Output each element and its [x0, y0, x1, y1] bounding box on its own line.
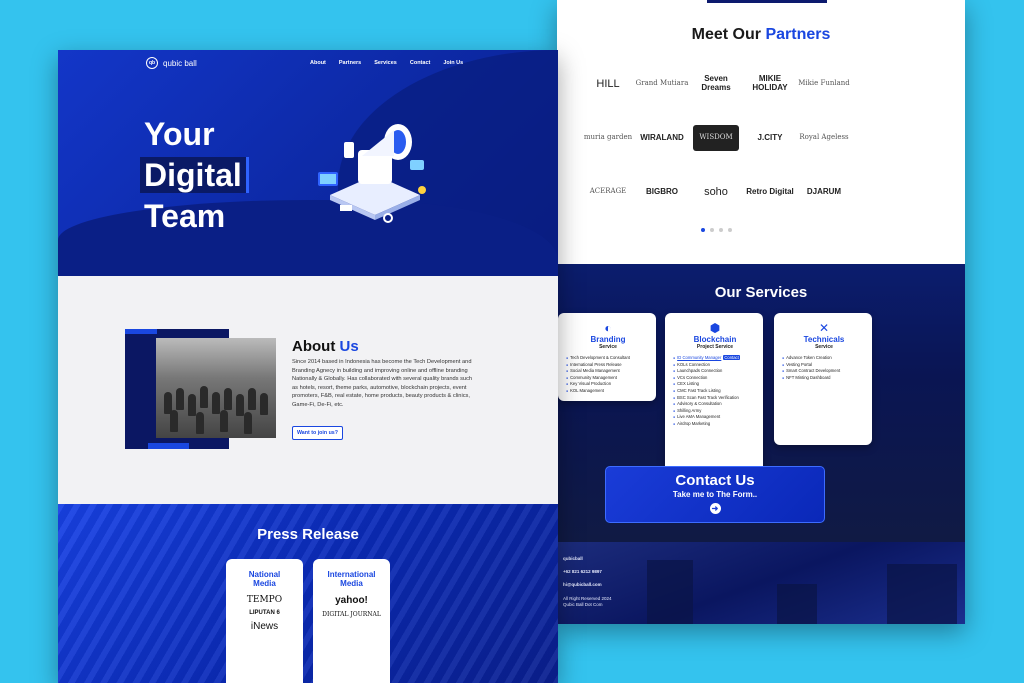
footer-copyright-site: Qubic Ball Dot Com	[563, 602, 603, 607]
carousel-dot[interactable]	[719, 228, 723, 232]
footer-name: qubicball	[563, 556, 583, 561]
press-title: Press Release	[257, 526, 359, 543]
partner-logo: Royal Ageless	[799, 133, 849, 142]
partner-logo: J.CITY	[757, 132, 783, 142]
services-title: Our Services	[714, 284, 808, 301]
partner-logo: ACERAGE	[589, 187, 627, 196]
nav-contact[interactable]: Contact	[410, 60, 430, 66]
footer-email[interactable]: hi@qubicball.com	[563, 582, 602, 587]
partner-logo-grid: HILL Grand Mutiara Seven Dreams MIKIE HO…	[581, 68, 851, 208]
carousel-dots[interactable]	[701, 228, 732, 232]
branding-service-card[interactable]: ◐ Branding Service Tech Development & Co…	[558, 313, 656, 401]
nav-about[interactable]: About	[310, 60, 326, 66]
team-photo	[156, 338, 276, 438]
national-media-card[interactable]: National Media TEMPO LIPUTAN 6 iNews	[226, 559, 303, 683]
megaphone-illustration-icon	[318, 124, 426, 223]
partner-logo: Seven Dreams	[701, 74, 731, 92]
service-list: ID Community ManagerContact KOLs Connect…	[673, 355, 757, 428]
technicals-service-card[interactable]: ✕ Technicals Service Advance Token Creat…	[774, 313, 872, 445]
nav-join-us[interactable]: Join Us	[443, 60, 463, 66]
nav-partners[interactable]: Partners	[339, 60, 361, 66]
partner-logo: WIRALAND	[640, 132, 684, 142]
brand-mark-icon: qb	[146, 57, 158, 69]
carousel-dot[interactable]	[710, 228, 714, 232]
about-description: Since 2014 based in Indonesia has become…	[292, 359, 473, 408]
carousel-dot[interactable]	[701, 228, 705, 232]
partner-logo: Grand Mutiara	[635, 79, 689, 88]
arrow-right-icon[interactable]: ➜	[709, 503, 721, 514]
partner-logo: HILL	[596, 77, 620, 90]
footer: qubicball +62 821 6212 9897 hi@qubicball…	[557, 542, 965, 624]
top-nav: About Partners Services Contact Join Us	[310, 60, 463, 66]
media-logo: DIGITAL JOURNAL	[322, 611, 381, 618]
hero-title: Your Digital Team	[140, 114, 249, 237]
footer-copyright: All Right Reserved 2024	[563, 596, 612, 601]
service-list: Tech Development & Consultant Internatio…	[566, 355, 650, 395]
top-bar	[707, 0, 827, 3]
international-media-card[interactable]: International Media yahoo! DIGITAL JOURN…	[313, 559, 390, 683]
partner-logo: soho	[704, 185, 728, 198]
partner-logo: muria garden	[583, 133, 633, 142]
press-release-section: Press Release National Media TEMPO LIPUT…	[58, 504, 558, 683]
partner-logo: MIKIE HOLIDAY	[752, 74, 788, 92]
hero-section: qb qubic ball About Partners Services Co…	[58, 50, 558, 280]
media-logo: TEMPO	[246, 595, 283, 605]
media-logo: LIPUTAN 6	[249, 610, 280, 616]
about-title: About Us	[292, 338, 359, 355]
partner-logo: Mikie Funland	[798, 79, 850, 88]
partner-logo: WISDOM	[693, 125, 739, 151]
about-section: About Us Since 2014 based in Indonesia h…	[58, 276, 558, 504]
branding-icon: ◐	[604, 321, 612, 335]
footer-phone[interactable]: +62 821 6212 9897	[563, 569, 602, 574]
tools-icon: ✕	[818, 321, 830, 335]
partners-services-page: Meet Our Partners HILL Grand Mutiara Sev…	[557, 0, 965, 624]
contact-us-button[interactable]: Contact Us Take me to The Form.. ➜	[605, 466, 825, 523]
partner-logo: BIGBRO	[646, 186, 678, 196]
services-section: Our Services ◐ Branding Service Tech Dev…	[557, 264, 965, 542]
brand-logo[interactable]: qb qubic ball	[146, 57, 197, 69]
home-page: qb qubic ball About Partners Services Co…	[58, 50, 558, 683]
carousel-dot[interactable]	[728, 228, 732, 232]
partner-logo: DJARUM	[806, 186, 842, 196]
cube-icon: ⬢	[709, 321, 721, 335]
media-logo: yahoo!	[335, 595, 368, 606]
service-list: Advance Token Creation Vesting Portal Sm…	[782, 355, 866, 381]
partners-title: Meet Our Partners	[691, 26, 831, 43]
nav-services[interactable]: Services	[374, 60, 397, 66]
join-us-button[interactable]: Want to join us?	[292, 426, 343, 440]
media-logo: iNews	[250, 621, 279, 632]
partner-logo: Retro Digital	[746, 186, 794, 196]
